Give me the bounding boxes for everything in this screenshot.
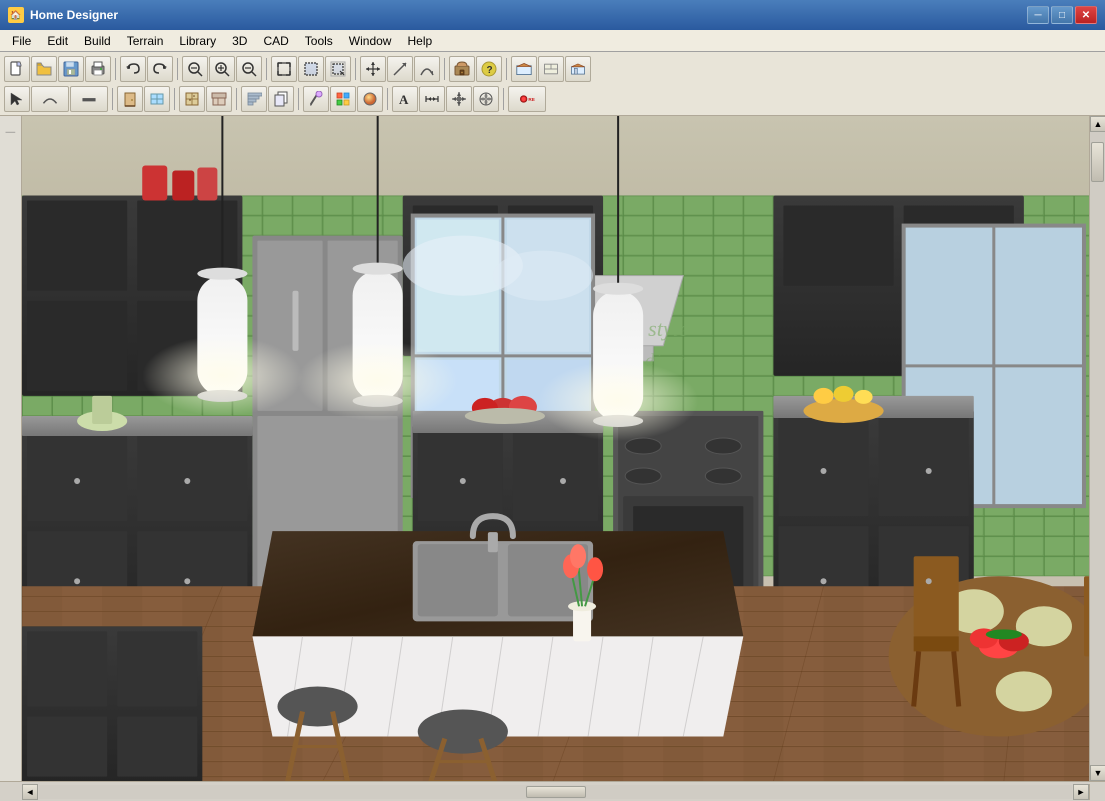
zoom-out-button[interactable] bbox=[236, 56, 262, 82]
select-region-button[interactable] bbox=[298, 56, 324, 82]
transform-tool-button[interactable] bbox=[446, 86, 472, 112]
zoom-reset-button[interactable] bbox=[182, 56, 208, 82]
fill-window-button[interactable] bbox=[271, 56, 297, 82]
svg-text:décor: décor bbox=[645, 350, 687, 370]
bottom-bar: ◄ ► bbox=[0, 781, 1105, 801]
material-painter-button[interactable] bbox=[330, 86, 356, 112]
undo-button[interactable] bbox=[120, 56, 146, 82]
separator bbox=[177, 58, 178, 80]
menu-item-window[interactable]: Window bbox=[341, 32, 400, 50]
main-area: │ bbox=[0, 116, 1105, 781]
maximize-button[interactable]: □ bbox=[1051, 6, 1073, 24]
scrollbar-corner bbox=[1089, 784, 1105, 800]
right-scrollbar: ▲ ▼ bbox=[1089, 116, 1105, 781]
scroll-left-button[interactable]: ◄ bbox=[22, 784, 38, 800]
menu-item-tools[interactable]: Tools bbox=[297, 32, 341, 50]
print-button[interactable] bbox=[85, 56, 111, 82]
copy-paste-button[interactable] bbox=[268, 86, 294, 112]
scroll-track-vertical[interactable] bbox=[1090, 132, 1105, 765]
close-button[interactable]: ✕ bbox=[1075, 6, 1097, 24]
text-tool-button[interactable]: A bbox=[392, 86, 418, 112]
left-ruler: │ bbox=[0, 116, 22, 781]
scroll-thumb-vertical[interactable] bbox=[1091, 142, 1104, 182]
save-button[interactable] bbox=[58, 56, 84, 82]
record-button[interactable]: REC bbox=[508, 86, 546, 112]
menu-item-cad[interactable]: CAD bbox=[255, 32, 296, 50]
bottom-scrollbar: ◄ ► bbox=[22, 784, 1089, 800]
door-button[interactable] bbox=[117, 86, 143, 112]
stairs-button[interactable] bbox=[241, 86, 267, 112]
canvas-area[interactable]: style décor bbox=[22, 116, 1089, 781]
menu-item-3d[interactable]: 3D bbox=[224, 32, 255, 50]
menu-item-edit[interactable]: Edit bbox=[39, 32, 76, 50]
object-library-button[interactable] bbox=[449, 56, 475, 82]
separator bbox=[236, 88, 237, 110]
toolbar-1: ? bbox=[4, 54, 1101, 84]
separator bbox=[112, 88, 113, 110]
help-button[interactable]: ? bbox=[476, 56, 502, 82]
app-icon: 🏠 bbox=[8, 7, 24, 23]
svg-text:style: style bbox=[648, 316, 689, 341]
texture-button[interactable] bbox=[357, 86, 383, 112]
separator bbox=[444, 58, 445, 80]
cabinet-button[interactable] bbox=[179, 86, 205, 112]
menu-item-terrain[interactable]: Terrain bbox=[119, 32, 172, 50]
scroll-up-button[interactable]: ▲ bbox=[1090, 116, 1105, 132]
svg-text:REC: REC bbox=[528, 97, 535, 102]
dimension-tool-button[interactable] bbox=[419, 86, 445, 112]
scroll-thumb-horizontal[interactable] bbox=[526, 786, 586, 798]
toolbar-2: A bbox=[4, 85, 1101, 113]
wall-elevation-button[interactable] bbox=[511, 56, 537, 82]
new-button[interactable] bbox=[4, 56, 30, 82]
open-button[interactable] bbox=[31, 56, 57, 82]
straight-wall-button[interactable] bbox=[70, 86, 108, 112]
separator bbox=[298, 88, 299, 110]
kitchen-render: style décor bbox=[22, 116, 1089, 781]
floor-plan-button[interactable] bbox=[538, 56, 564, 82]
select-tool-button[interactable] bbox=[4, 86, 30, 112]
title-bar: 🏠 Home Designer ─ □ ✕ bbox=[0, 0, 1105, 30]
svg-text:?: ? bbox=[487, 65, 493, 76]
counter-button[interactable] bbox=[206, 86, 232, 112]
minimize-button[interactable]: ─ bbox=[1027, 6, 1049, 24]
window-tool-button[interactable] bbox=[144, 86, 170, 112]
menu-item-library[interactable]: Library bbox=[171, 32, 224, 50]
app-title: Home Designer bbox=[30, 8, 1027, 22]
svg-text:A: A bbox=[399, 92, 409, 107]
menu-item-help[interactable]: Help bbox=[399, 32, 440, 50]
ruler-label: │ bbox=[6, 130, 15, 135]
menu-item-build[interactable]: Build bbox=[76, 32, 119, 50]
line-button[interactable] bbox=[387, 56, 413, 82]
separator bbox=[115, 58, 116, 80]
separator bbox=[355, 58, 356, 80]
redo-button[interactable] bbox=[147, 56, 173, 82]
zoom-select-button[interactable] bbox=[325, 56, 351, 82]
toolbar-area: ? bbox=[0, 52, 1105, 116]
move-tool-button[interactable] bbox=[473, 86, 499, 112]
separator bbox=[387, 88, 388, 110]
window-controls: ─ □ ✕ bbox=[1027, 6, 1097, 24]
menu-item-file[interactable]: File bbox=[4, 32, 39, 50]
curved-wall-button[interactable] bbox=[31, 86, 69, 112]
separator bbox=[174, 88, 175, 110]
scroll-down-button[interactable]: ▼ bbox=[1090, 765, 1105, 781]
pan-button[interactable] bbox=[360, 56, 386, 82]
arc-button[interactable] bbox=[414, 56, 440, 82]
scroll-track-horizontal[interactable] bbox=[39, 785, 1072, 799]
separator bbox=[266, 58, 267, 80]
scroll-right-button[interactable]: ► bbox=[1073, 784, 1089, 800]
eyedropper-button[interactable] bbox=[303, 86, 329, 112]
menu-bar: File Edit Build Terrain Library 3D CAD T… bbox=[0, 30, 1105, 52]
separator bbox=[506, 58, 507, 80]
zoom-in-button[interactable] bbox=[209, 56, 235, 82]
3d-view-button[interactable] bbox=[565, 56, 591, 82]
separator bbox=[503, 88, 504, 110]
